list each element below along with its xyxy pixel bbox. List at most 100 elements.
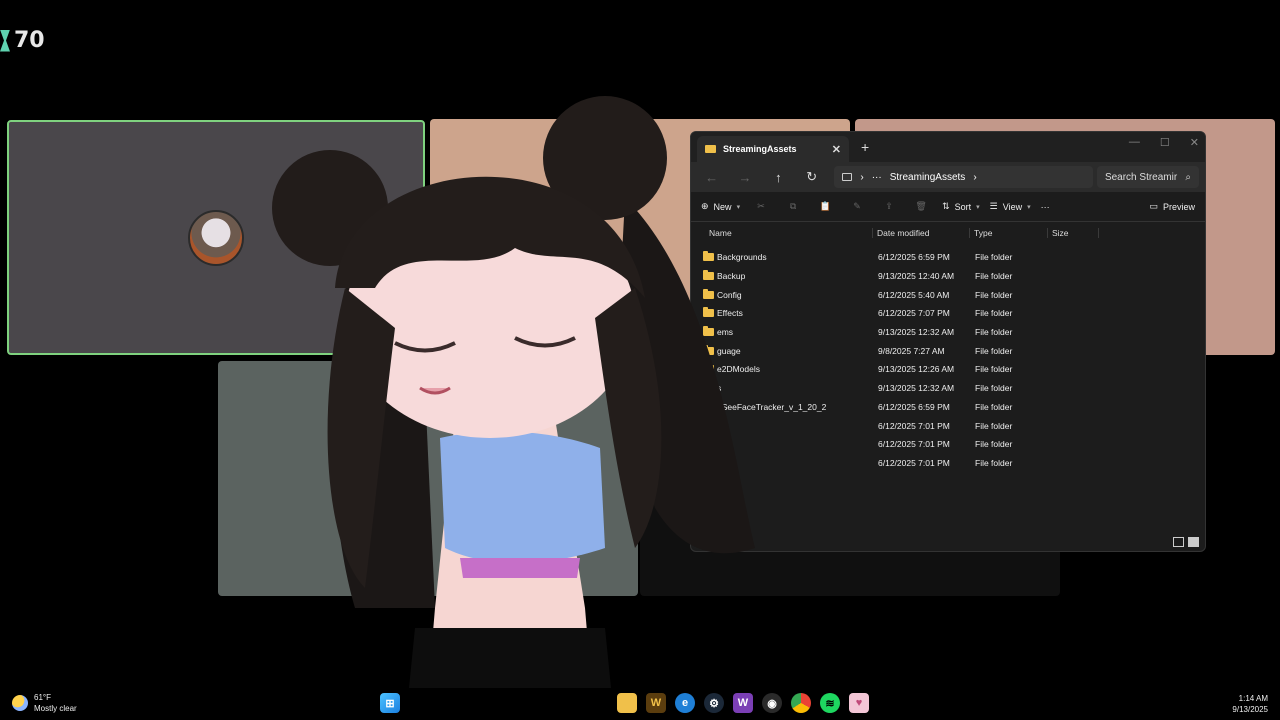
weather-temperature: 61°F xyxy=(34,693,51,702)
item-name: nSeeFaceTracker_v_1_20_2 xyxy=(717,401,827,412)
refresh-button[interactable]: ↻ xyxy=(797,169,826,185)
item-type: File folder xyxy=(975,252,1013,263)
tiles-view-icon[interactable] xyxy=(1188,537,1199,547)
column-name[interactable]: Name xyxy=(709,228,872,238)
preview-button[interactable]: ▭ Preview xyxy=(1149,201,1195,212)
list-item[interactable]: Backgrounds 6/12/2025 6:59 PM File folder xyxy=(691,248,1205,267)
item-date: 9/13/2025 12:32 AM xyxy=(878,327,955,338)
item-name: s xyxy=(717,383,722,394)
column-type[interactable]: Type xyxy=(969,228,1047,238)
chrome-icon[interactable] xyxy=(791,693,811,713)
weather-description: Mostly clear xyxy=(34,704,77,713)
item-name: Effects xyxy=(717,308,743,319)
item-date: 6/12/2025 7:07 PM xyxy=(878,308,950,319)
clock-date: 9/13/2025 xyxy=(1232,705,1268,714)
list-item[interactable]: Effects 6/12/2025 7:07 PM File folder xyxy=(691,304,1205,323)
view-button[interactable]: ☰ View ▾ xyxy=(990,201,1031,212)
preview-pane-icon: ▭ xyxy=(1149,201,1158,211)
search-box[interactable]: Search Streamir ⌕ xyxy=(1096,166,1199,188)
up-button[interactable]: ↑ xyxy=(764,170,793,185)
folder-icon xyxy=(703,307,714,318)
world-of-warcraft-icon[interactable]: W xyxy=(646,693,666,713)
copy-icon[interactable]: ⧉ xyxy=(782,201,804,212)
list-item[interactable]: guage 9/8/2025 7:27 AM File folder xyxy=(691,341,1205,360)
chevron-right-icon: › xyxy=(860,171,864,183)
folder-icon xyxy=(703,326,714,337)
list-item[interactable]: s 9/13/2025 12:32 AM File folder xyxy=(691,379,1205,398)
call-tile-active-speaker[interactable] xyxy=(7,120,425,355)
folder-icon xyxy=(705,145,716,153)
start-area: ⊞ xyxy=(380,693,400,713)
new-label: New xyxy=(713,201,732,212)
item-date: 6/12/2025 7:01 PM xyxy=(878,420,950,431)
new-tab-button[interactable]: + xyxy=(861,139,869,155)
close-window-button[interactable]: ✕ xyxy=(1190,136,1199,149)
weather-text: 61°F Mostly clear xyxy=(34,692,77,714)
breadcrumb-current-folder[interactable]: StreamingAssets xyxy=(890,172,966,183)
column-size[interactable]: Size xyxy=(1047,228,1099,238)
column-date-modified[interactable]: Date modified xyxy=(872,228,969,238)
folder-icon xyxy=(703,251,714,262)
item-type: File folder xyxy=(975,401,1013,412)
list-item[interactable]: Backup 9/13/2025 12:40 AM File folder xyxy=(691,267,1205,286)
address-bar[interactable]: › ··· StreamingAssets › xyxy=(834,166,1093,188)
sort-icon: ⇅ xyxy=(942,201,950,211)
forward-button[interactable]: → xyxy=(730,170,759,185)
cut-icon[interactable]: ✂ xyxy=(750,201,772,212)
item-name: Backup xyxy=(717,271,746,282)
back-button[interactable]: ← xyxy=(697,170,726,185)
list-item[interactable]: Config 6/12/2025 5:40 AM File folder xyxy=(691,285,1205,304)
pink-app-icon[interactable]: ♥ xyxy=(849,693,869,713)
edge-browser-icon[interactable]: e xyxy=(675,693,695,713)
preview-label: Preview xyxy=(1162,201,1195,212)
list-item[interactable]: e2DModels 9/13/2025 12:26 AM File folder xyxy=(691,360,1205,379)
clock-time: 1:14 AM xyxy=(1238,694,1268,703)
sort-button[interactable]: ⇅ Sort ▾ xyxy=(942,201,980,212)
item-date: 6/12/2025 5:40 AM xyxy=(878,289,950,300)
spotify-icon[interactable]: ≋ xyxy=(820,693,840,713)
maximize-button[interactable]: ☐ xyxy=(1160,136,1170,149)
steam-icon[interactable]: ⚙ xyxy=(704,693,724,713)
view-label: View xyxy=(1002,201,1023,212)
obs-studio-icon[interactable]: ◉ xyxy=(762,693,782,713)
close-tab-icon[interactable]: ✕ xyxy=(832,143,841,156)
list-item[interactable]: s 6/12/2025 7:01 PM File folder xyxy=(691,416,1205,435)
system-clock[interactable]: 1:14 AM 9/13/2025 xyxy=(1232,693,1268,715)
tab-streamingassets[interactable]: StreamingAssets ✕ xyxy=(697,136,849,162)
share-icon[interactable]: ⇪ xyxy=(878,201,900,212)
command-bar: ⊕ New ▾ ✂ ⧉ 📋 ✎ ⇪ 🗑 ⇅ Sort ▾ ☰ View ▾ ··… xyxy=(691,192,1205,222)
folder-icon xyxy=(703,363,714,374)
participant-avatar xyxy=(188,209,244,266)
file-explorer-icon[interactable] xyxy=(617,693,637,713)
item-name: Config xyxy=(717,289,742,300)
minimize-button[interactable]: — xyxy=(1129,136,1140,149)
item-date: 9/8/2025 7:27 AM xyxy=(878,345,945,356)
folder-icon xyxy=(703,456,714,467)
more-options-button[interactable]: ··· xyxy=(1041,202,1050,212)
item-type: File folder xyxy=(975,364,1013,375)
new-button[interactable]: ⊕ New ▾ xyxy=(701,201,740,212)
delete-icon[interactable]: 🗑 xyxy=(910,201,932,212)
list-item[interactable]: nSeeFaceTracker_v_1_20_2 6/12/2025 6:59 P… xyxy=(691,398,1205,417)
item-type: File folder xyxy=(975,383,1013,394)
navigation-bar: ← → ↑ ↻ › ··· StreamingAssets › Search S… xyxy=(691,162,1205,192)
chevron-down-icon: ▾ xyxy=(976,203,980,211)
list-item[interactable]: ems 9/13/2025 12:32 AM File folder xyxy=(691,323,1205,342)
item-date: 9/13/2025 12:40 AM xyxy=(878,271,955,282)
rename-icon[interactable]: ✎ xyxy=(846,201,868,212)
item-name: e2DModels xyxy=(717,364,760,375)
list-item[interactable]: ews 6/12/2025 7:01 PM File folder xyxy=(691,454,1205,473)
folder-icon xyxy=(703,400,714,411)
paste-icon[interactable]: 📋 xyxy=(814,201,836,212)
details-view-icon[interactable] xyxy=(1173,537,1184,547)
folder-icon xyxy=(703,270,714,281)
breadcrumb-overflow[interactable]: ··· xyxy=(872,172,882,183)
call-tile[interactable] xyxy=(218,361,638,596)
file-explorer-window: StreamingAssets ✕ + — ☐ ✕ ← → ↑ ↻ › ··· … xyxy=(690,131,1206,552)
list-item[interactable]: dits 6/12/2025 7:01 PM File folder xyxy=(691,435,1205,454)
windows-start-icon[interactable]: ⊞ xyxy=(380,693,400,713)
item-type: File folder xyxy=(975,439,1013,450)
search-input[interactable]: Search Streamir xyxy=(1105,172,1177,183)
weather-widget[interactable]: 61°F Mostly clear xyxy=(12,692,77,714)
wordpress-icon[interactable]: W xyxy=(733,693,753,713)
